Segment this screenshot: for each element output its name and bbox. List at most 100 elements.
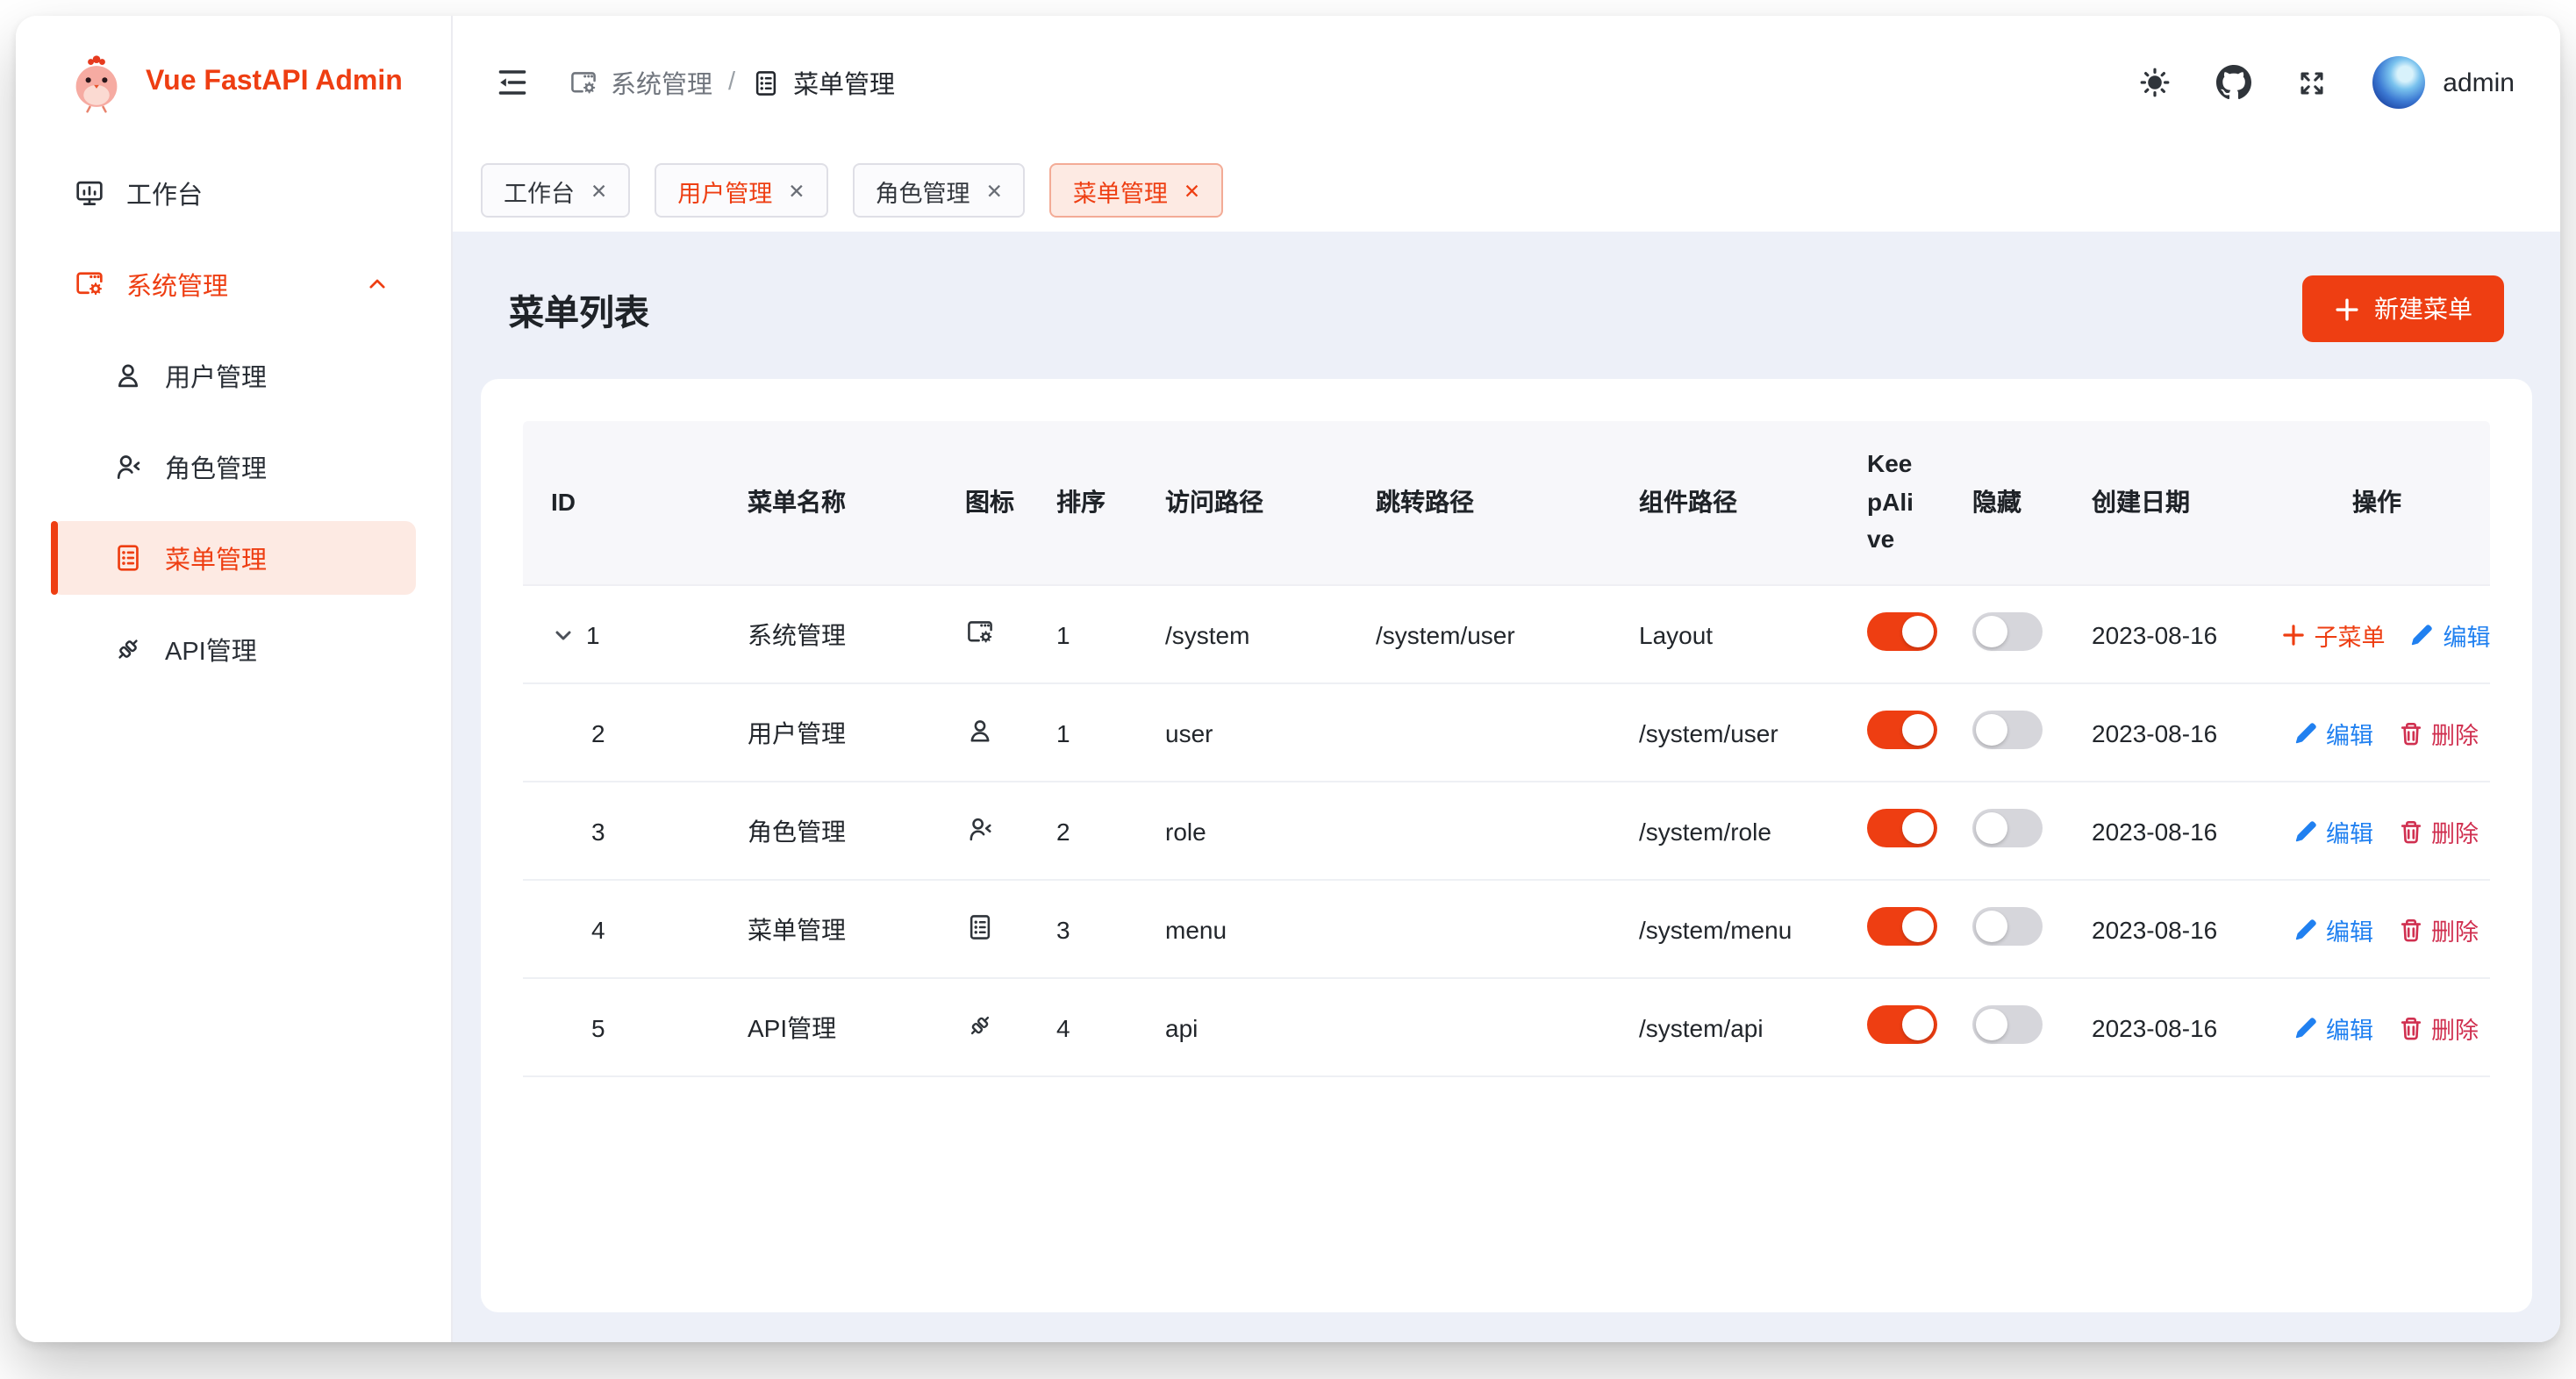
menu-list-icon — [965, 911, 995, 941]
pencil-icon — [2410, 622, 2435, 647]
cell-path: api — [1137, 1013, 1348, 1041]
pencil-icon — [2293, 720, 2317, 745]
screen: Vue FastAPI Admin 工作台 系统管理 用户管理 — [0, 0, 2576, 1379]
keepalive-toggle[interactable] — [1867, 711, 1937, 749]
role-icon — [965, 813, 995, 843]
delete-button[interactable]: 删除 — [2398, 1010, 2479, 1045]
edit-button[interactable]: 编辑 — [2293, 715, 2373, 750]
hidden-toggle[interactable] — [1972, 612, 2043, 651]
pencil-icon — [2293, 917, 2317, 941]
sidebar-item-menus[interactable]: 菜单管理 — [51, 521, 416, 595]
sidebar-item-label: 菜单管理 — [165, 539, 267, 576]
monitor-icon — [74, 177, 105, 209]
username: admin — [2443, 68, 2515, 97]
tab-users[interactable]: 用户管理 ✕ — [655, 163, 827, 218]
cell-name: 角色管理 — [719, 813, 937, 848]
col-hidden: 隐藏 — [1944, 459, 2064, 546]
pencil-icon — [2293, 818, 2317, 843]
hidden-toggle[interactable] — [1972, 1005, 2043, 1044]
cell-path: menu — [1137, 915, 1348, 943]
sidebar-item-label: 用户管理 — [165, 357, 267, 394]
tab-roles[interactable]: 角色管理 ✕ — [853, 163, 1026, 218]
fullscreen-icon[interactable] — [2295, 66, 2329, 99]
cell-id: 2 — [591, 718, 605, 747]
cell-name: 用户管理 — [719, 715, 937, 750]
plus-icon — [2334, 296, 2360, 322]
system-gear-icon — [569, 68, 598, 97]
add-submenu-button[interactable]: 子菜单 — [2281, 617, 2386, 652]
sidebar-item-apis[interactable]: API管理 — [51, 612, 416, 686]
pencil-icon — [2293, 1015, 2317, 1040]
close-icon[interactable]: ✕ — [590, 178, 607, 203]
cell-date: 2023-08-16 — [2064, 718, 2281, 747]
col-redirect: 跳转路径 — [1348, 459, 1611, 546]
app-logo[interactable]: Vue FastAPI Admin — [16, 16, 451, 132]
hidden-toggle[interactable] — [1972, 711, 2043, 749]
plug-icon — [965, 1010, 995, 1040]
cell-id: 1 — [586, 620, 600, 648]
hidden-toggle[interactable] — [1972, 809, 2043, 847]
hidden-toggle[interactable] — [1972, 907, 2043, 946]
breadcrumb-item-system[interactable]: 系统管理 — [569, 64, 712, 101]
avatar[interactable] — [2372, 56, 2425, 109]
close-icon[interactable]: ✕ — [788, 178, 805, 203]
close-icon[interactable]: ✕ — [1184, 178, 1200, 203]
user-menu[interactable]: admin — [2372, 56, 2515, 109]
collapse-row-icon[interactable] — [551, 622, 576, 647]
close-icon[interactable]: ✕ — [986, 178, 1003, 203]
sidebar-item-system[interactable]: 系统管理 — [51, 247, 416, 321]
page-head: 菜单列表 新建菜单 — [481, 232, 2532, 379]
cell-component: /system/user — [1611, 718, 1839, 747]
sidebar-menu: 工作台 系统管理 用户管理 角色管理 菜单管理 — [16, 132, 451, 704]
plug-icon — [112, 633, 144, 665]
new-menu-button[interactable]: 新建菜单 — [2302, 275, 2504, 342]
sidebar-item-workbench[interactable]: 工作台 — [51, 156, 416, 230]
col-component: 组件路径 — [1611, 459, 1839, 546]
app-title: Vue FastAPI Admin — [146, 67, 403, 98]
col-icon: 图标 — [937, 459, 1028, 546]
breadcrumb-item-menus[interactable]: 菜单管理 — [751, 64, 895, 101]
delete-button[interactable]: 删除 — [2398, 715, 2479, 750]
tab-menus[interactable]: 菜单管理 ✕ — [1050, 163, 1223, 218]
main-area: 系统管理 / 菜单管理 admin — [453, 16, 2560, 1342]
keepalive-toggle[interactable] — [1867, 809, 1937, 847]
edit-button[interactable]: 编辑 — [2293, 1010, 2373, 1045]
theme-sun-icon[interactable] — [2137, 65, 2172, 100]
cell-name: 菜单管理 — [719, 911, 937, 947]
header-actions: admin — [2137, 56, 2515, 109]
keepalive-toggle[interactable] — [1867, 1005, 1937, 1044]
col-path: 访问路径 — [1137, 459, 1348, 546]
keepalive-toggle[interactable] — [1867, 907, 1937, 946]
cell-order: 1 — [1028, 620, 1137, 648]
delete-button[interactable]: 删除 — [2398, 813, 2479, 848]
system-gear-icon — [965, 617, 995, 647]
page-title: 菜单列表 — [509, 283, 649, 334]
menu-table-card: ID 菜单名称 图标 排序 访问路径 跳转路径 组件路径 KeepAlive 隐… — [481, 379, 2532, 1312]
menu-table: ID 菜单名称 图标 排序 访问路径 跳转路径 组件路径 KeepAlive 隐… — [523, 421, 2490, 1077]
cell-order: 1 — [1028, 718, 1137, 747]
keepalive-toggle[interactable] — [1867, 612, 1937, 651]
system-gear-icon — [74, 268, 105, 300]
col-date: 创建日期 — [2064, 459, 2281, 546]
sidebar-item-roles[interactable]: 角色管理 — [51, 430, 416, 504]
collapse-sidebar-icon[interactable] — [495, 65, 530, 100]
table-row: 2 用户管理 1 user /system/user 2023-08-16 — [523, 684, 2490, 782]
cell-redirect: /system/user — [1348, 620, 1611, 648]
cell-date: 2023-08-16 — [2064, 1013, 2281, 1041]
table-row: 3 角色管理 2 role /system/role 2023-08-16 — [523, 782, 2490, 881]
github-icon[interactable] — [2216, 65, 2251, 100]
cell-date: 2023-08-16 — [2064, 620, 2281, 648]
delete-button[interactable]: 删除 — [2398, 911, 2479, 947]
edit-button[interactable]: 编辑 — [2410, 617, 2491, 652]
trash-icon — [2398, 818, 2422, 843]
sidebar-item-users[interactable]: 用户管理 — [51, 339, 416, 412]
menu-list-icon — [112, 542, 144, 574]
edit-button[interactable]: 编辑 — [2293, 813, 2373, 848]
sidebar-item-label: 角色管理 — [165, 448, 267, 485]
edit-button[interactable]: 编辑 — [2293, 911, 2373, 947]
cell-name: 系统管理 — [719, 617, 937, 652]
plus-icon — [2281, 622, 2306, 647]
tab-workbench[interactable]: 工作台 ✕ — [481, 163, 630, 218]
menu-list-icon — [751, 68, 781, 97]
cell-component: /system/menu — [1611, 915, 1839, 943]
